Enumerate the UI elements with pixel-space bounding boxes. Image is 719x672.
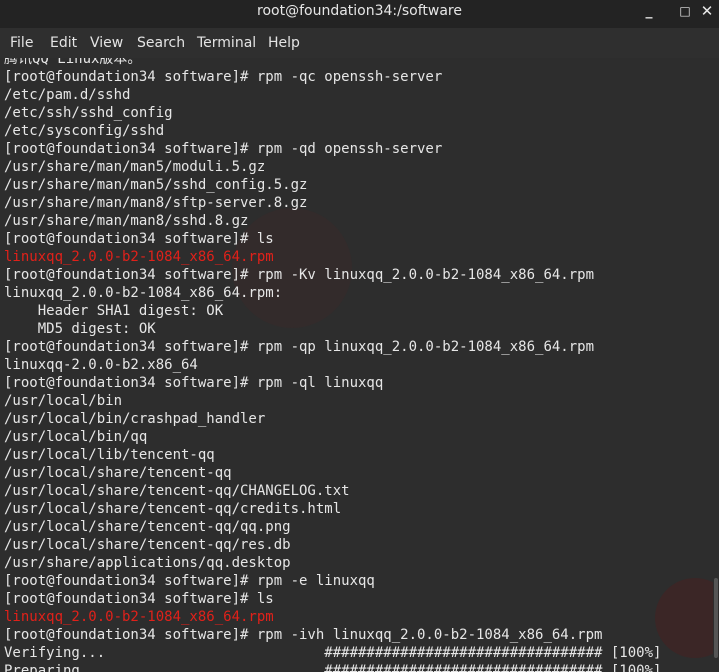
terminal-line: linuxqq-2.0.0-b2.x86_64 [4,357,198,373]
terminal-line: /usr/share/man/man5/moduli.5.gz [4,159,266,175]
title-bar[interactable]: root@foundation34:/software _ □ ✕ [0,0,719,28]
terminal-line: /etc/pam.d/sshd [4,87,131,103]
terminal-output[interactable]: 腾讯QQ Linux版本。 [root@foundation34 software… [0,58,719,672]
terminal-line: 腾讯QQ Linux版本。 [4,58,142,67]
terminal-line: linuxqq_2.0.0-b2-1084_x86_64.rpm: [4,285,283,301]
terminal-line: /usr/local/bin [4,393,123,409]
terminal-line: /usr/local/share/tencent-qq/CHANGELOG.tx… [4,483,350,499]
terminal-line: Verifying... ###########################… [4,645,662,661]
menu-view[interactable]: View [90,34,123,52]
menu-file[interactable]: File [10,34,33,52]
menu-terminal[interactable]: Terminal [197,34,256,52]
scrollbar[interactable] [713,58,719,672]
terminal-line: [root@foundation34 software]# ls [4,591,274,607]
window-title: root@foundation34:/software [257,3,462,19]
terminal-line: linuxqq_2.0.0-b2-1084_x86_64.rpm [4,609,274,625]
terminal-line: MD5 digest: OK [4,321,156,337]
terminal-line: [root@foundation34 software]# rpm -ivh l… [4,627,603,643]
scrollbar-thumb[interactable] [714,578,718,658]
maximize-icon[interactable]: □ [674,1,696,21]
terminal-line: /etc/ssh/sshd_config [4,105,173,121]
terminal-line: /usr/local/share/tencent-qq/credits.html [4,501,342,517]
terminal-line: /usr/local/share/tencent-qq [4,465,232,481]
terminal-line: linuxqq_2.0.0-b2-1084_x86_64.rpm [4,249,274,265]
terminal-line: /usr/local/bin/crashpad_handler [4,411,266,427]
terminal-line: Header SHA1 digest: OK [4,303,224,319]
close-icon[interactable]: ✕ [696,1,718,21]
terminal-lines: 腾讯QQ Linux版本。 [root@foundation34 software… [4,58,661,672]
minimize-icon[interactable]: _ [638,1,660,21]
terminal-line: /usr/share/man/man8/sshd.8.gz [4,213,249,229]
terminal-line: /usr/local/share/tencent-qq/res.db [4,537,291,553]
terminal-line: [root@foundation34 software]# rpm -qd op… [4,141,443,157]
terminal-line: /usr/share/man/man5/sshd_config.5.gz [4,177,308,193]
terminal-line: [root@foundation34 software]# rpm -qp li… [4,339,595,355]
menu-search[interactable]: Search [137,34,185,52]
terminal-line: /usr/share/man/man8/sftp-server.8.gz [4,195,308,211]
terminal-line: /usr/local/bin/qq [4,429,148,445]
terminal-window: root@foundation34:/software _ □ ✕ File E… [0,0,719,672]
terminal-line: [root@foundation34 software]# rpm -Kv li… [4,267,595,283]
terminal-line: /usr/local/share/tencent-qq/qq.png [4,519,291,535]
terminal-line: /usr/local/lib/tencent-qq [4,447,215,463]
menu-help[interactable]: Help [268,34,300,52]
menu-bar: File Edit View Search Terminal Help [0,28,719,59]
terminal-line: /usr/share/applications/qq.desktop [4,555,291,571]
terminal-line: [root@foundation34 software]# rpm -qc op… [4,69,443,85]
terminal-line: [root@foundation34 software]# ls [4,231,274,247]
terminal-line: [root@foundation34 software]# rpm -e lin… [4,573,375,589]
terminal-line: [root@foundation34 software]# rpm -ql li… [4,375,384,391]
terminal-line: Preparing... ###########################… [4,663,662,672]
terminal-line: /etc/sysconfig/sshd [4,123,165,139]
background-decoration [655,578,719,658]
menu-edit[interactable]: Edit [50,34,77,52]
